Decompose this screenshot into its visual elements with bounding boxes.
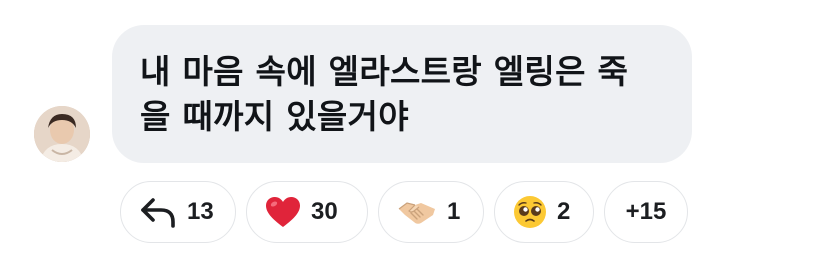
pleading-face-count: 2: [557, 198, 571, 225]
heart-reaction-button[interactable]: 30: [246, 181, 368, 243]
avatar-image: [34, 106, 90, 162]
handshake-count: 1: [447, 198, 461, 225]
reply-arrow-icon: [139, 196, 177, 228]
pleading-face-icon: [513, 195, 547, 229]
handshake-icon: [397, 197, 437, 227]
pleading-face-reaction-button[interactable]: 2: [494, 181, 594, 243]
reply-count: 13: [187, 198, 214, 225]
red-heart-icon: [265, 196, 301, 228]
comment-text: 내 마음 속에 엘라스트랑 엘링은 죽 을 때까지 있을거야: [140, 52, 629, 136]
comment-bubble[interactable]: 내 마음 속에 엘라스트랑 엘링은 죽 을 때까지 있을거야: [112, 25, 692, 163]
handshake-reaction-button[interactable]: 1: [378, 181, 484, 243]
avatar[interactable]: [34, 106, 90, 162]
heart-count: 30: [311, 198, 338, 225]
more-reactions-label: +15: [625, 198, 667, 225]
reply-button[interactable]: 13: [120, 181, 236, 243]
comment-thread: 내 마음 속에 엘라스트랑 엘링은 죽 을 때까지 있을거야 13 30 1 2…: [0, 0, 828, 267]
more-reactions-button[interactable]: +15: [604, 181, 688, 243]
reaction-bar: 13 30 1 2 +15: [120, 181, 688, 243]
